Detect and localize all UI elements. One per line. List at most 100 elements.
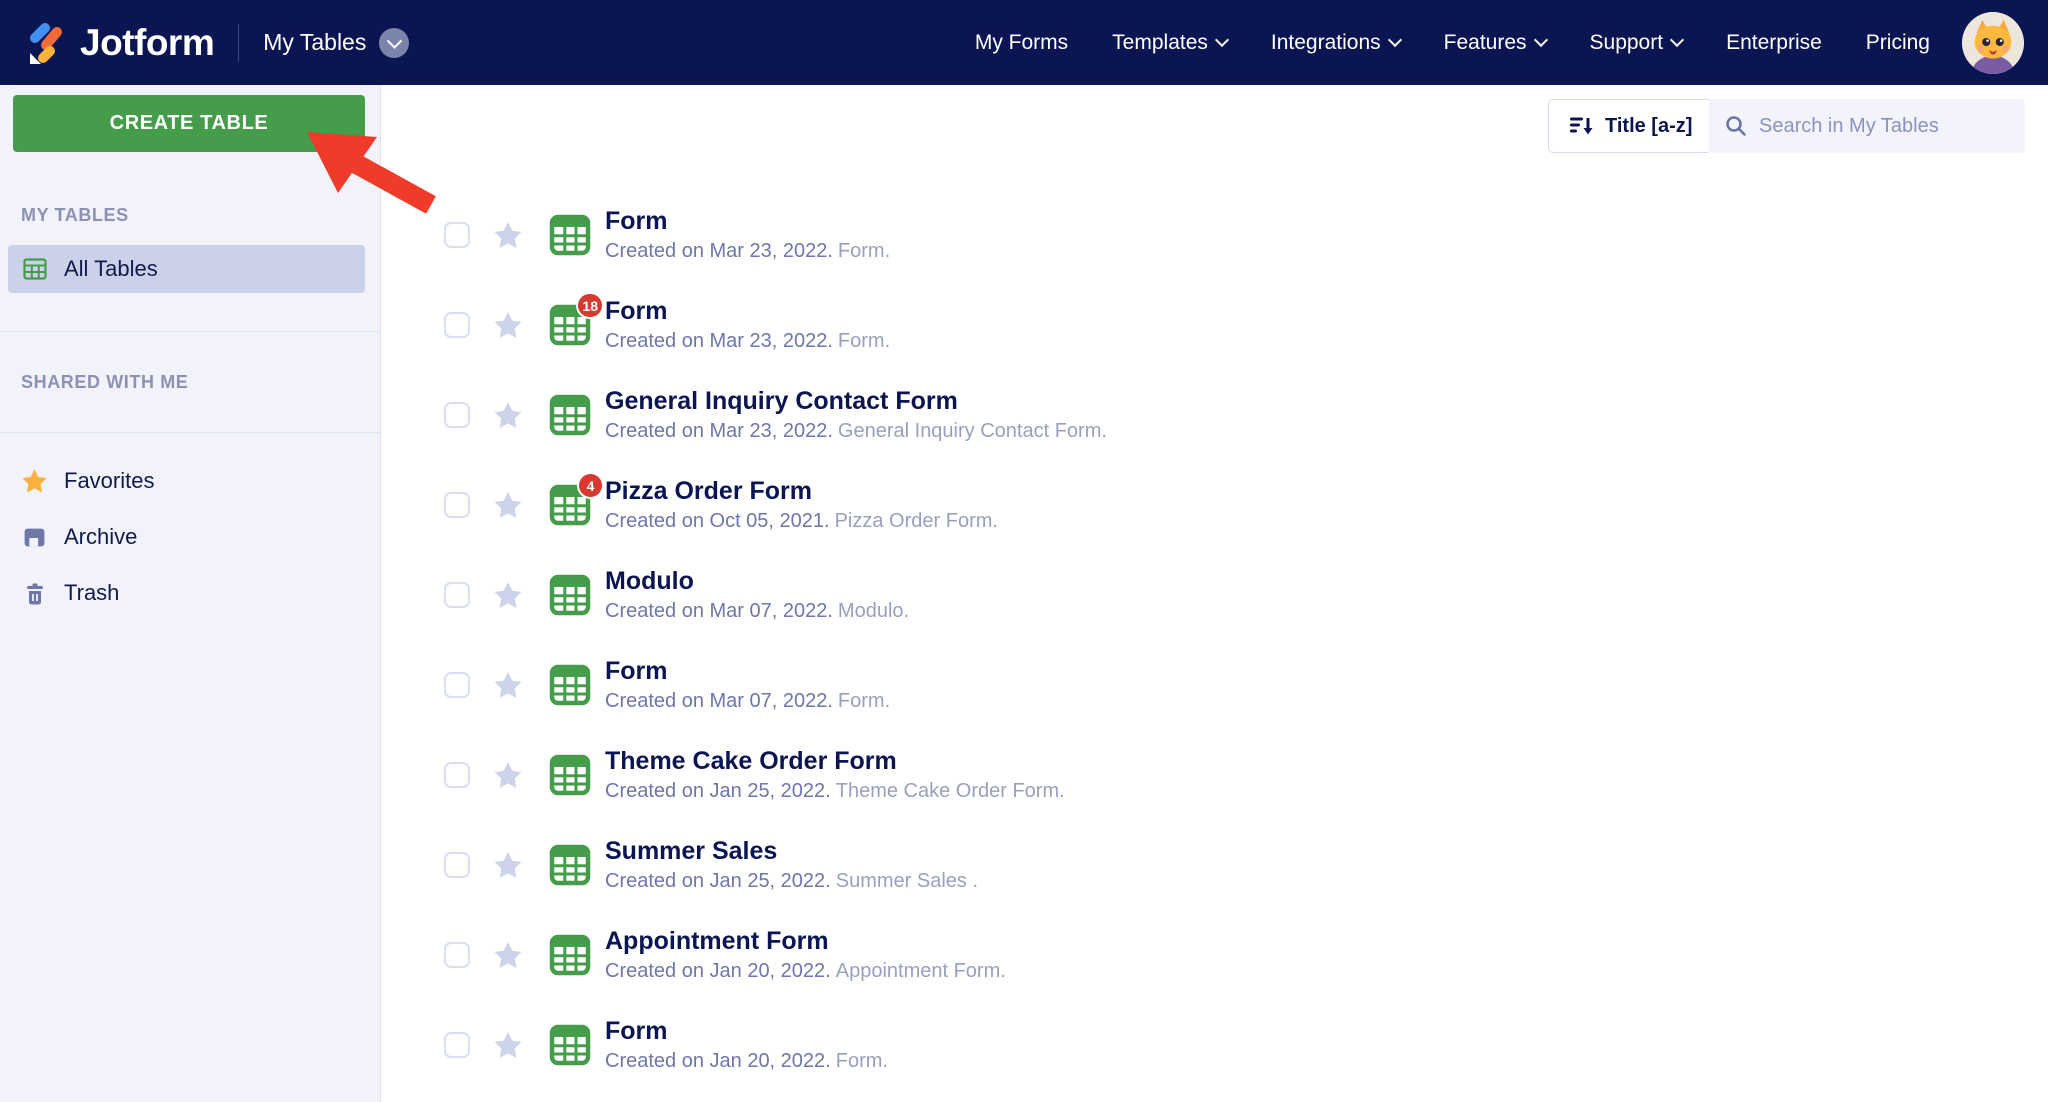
star-icon[interactable] [492, 579, 524, 611]
table-row[interactable]: General Inquiry Contact Form Created on … [444, 370, 2048, 460]
nav-item-label: Enterprise [1726, 31, 1822, 55]
table-icon: 4 [548, 483, 592, 527]
table-icon [548, 573, 592, 617]
source-form-name: Form. [838, 690, 890, 712]
table-title[interactable]: Form [605, 207, 890, 236]
star-icon[interactable] [492, 939, 524, 971]
row-checkbox[interactable] [444, 582, 470, 608]
sidebar-item-label: Favorites [64, 468, 154, 494]
table-title[interactable]: Form [605, 657, 890, 686]
table-title[interactable]: General Inquiry Contact Form [605, 387, 1107, 416]
table-meta: Created on Mar 07, 2022.Form. [605, 690, 890, 713]
table-meta: Created on Mar 07, 2022.Modulo. [605, 600, 909, 623]
user-avatar[interactable] [1962, 12, 2024, 74]
table-icon [548, 213, 592, 257]
table-row[interactable]: Appointment Form Created on Jan 20, 2022… [444, 910, 2048, 1000]
star-icon[interactable] [492, 309, 524, 341]
source-form-name: Summer Sales . [836, 870, 978, 892]
table-row[interactable]: Theme Cake Order Form Created on Jan 25,… [444, 730, 2048, 820]
row-text: Appointment Form Created on Jan 20, 2022… [605, 927, 1006, 983]
row-checkbox[interactable] [444, 942, 470, 968]
table-title[interactable]: Form [605, 297, 890, 326]
star-icon[interactable] [492, 849, 524, 881]
nav-menu-item[interactable]: Pricing [1866, 31, 1930, 55]
source-form-name: Form. [838, 330, 890, 352]
source-form-name: Theme Cake Order Form. [836, 780, 1065, 802]
sidebar-item-favorites[interactable]: Favorites [0, 453, 380, 509]
nav-item-label: Pricing [1866, 31, 1930, 55]
source-form-name: General Inquiry Contact Form. [838, 420, 1107, 442]
sidebar-item-all-tables[interactable]: All Tables [8, 245, 365, 293]
table-meta: Created on Jan 25, 2022.Summer Sales . [605, 870, 978, 893]
table-title[interactable]: Modulo [605, 567, 909, 596]
created-date: Created on Mar 07, 2022. [605, 690, 833, 712]
nav-item-label: Templates [1112, 31, 1208, 55]
row-checkbox[interactable] [444, 402, 470, 428]
row-text: Form Created on Mar 23, 2022.Form. [605, 297, 890, 353]
row-checkbox[interactable] [444, 1032, 470, 1058]
source-form-name: Form. [838, 240, 890, 262]
row-text: Form Created on Jan 20, 2022.Form. [605, 1017, 888, 1073]
table-row[interactable]: Modulo Created on Mar 07, 2022.Modulo. [444, 550, 2048, 640]
table-row[interactable]: Form Created on Mar 23, 2022.Form. [444, 190, 2048, 280]
create-table-button[interactable]: CREATE TABLE [13, 95, 365, 152]
nav-menu-item[interactable]: Support [1590, 31, 1683, 55]
nav-item-label: Support [1590, 31, 1664, 55]
created-date: Created on Mar 23, 2022. [605, 240, 833, 262]
star-icon[interactable] [492, 759, 524, 791]
star-icon[interactable] [492, 399, 524, 431]
table-title[interactable]: Theme Cake Order Form [605, 747, 1065, 776]
jotform-logo[interactable]: Jotform [22, 19, 214, 67]
my-tables-heading: MY TABLES [21, 205, 129, 226]
table-icon [548, 933, 592, 977]
table-row[interactable]: 4 Pizza Order Form Created on Oct 05, 20… [444, 460, 2048, 550]
table-row[interactable]: Summer Sales Created on Jan 25, 2022.Sum… [444, 820, 2048, 910]
row-checkbox[interactable] [444, 852, 470, 878]
star-icon[interactable] [492, 1029, 524, 1061]
table-title[interactable]: Summer Sales [605, 837, 978, 866]
star-icon[interactable] [492, 489, 524, 521]
nav-menu-item[interactable]: Integrations [1271, 31, 1400, 55]
nav-menu-item[interactable]: Templates [1112, 31, 1227, 55]
sidebar-item-archive[interactable]: Archive [0, 509, 380, 565]
row-text: Pizza Order Form Created on Oct 05, 2021… [605, 477, 998, 533]
table-row[interactable]: Form Created on Jan 20, 2022.Form. [444, 1000, 2048, 1090]
shared-with-me-heading: SHARED WITH ME [21, 372, 188, 393]
table-title[interactable]: Appointment Form [605, 927, 1006, 956]
sort-button[interactable]: Title [a-z] [1548, 99, 1712, 153]
table-title[interactable]: Form [605, 1017, 888, 1046]
workspace-switcher[interactable]: My Tables [263, 28, 409, 58]
row-checkbox[interactable] [444, 312, 470, 338]
source-form-name: Pizza Order Form. [835, 510, 998, 532]
sort-label: Title [a-z] [1605, 115, 1692, 138]
table-row[interactable]: Form Created on Mar 07, 2022.Form. [444, 640, 2048, 730]
nav-menu-item[interactable]: Enterprise [1726, 31, 1822, 55]
created-date: Created on Jan 25, 2022. [605, 870, 831, 892]
row-text: Summer Sales Created on Jan 25, 2022.Sum… [605, 837, 978, 893]
tables-list: Form Created on Mar 23, 2022.Form. [444, 190, 2048, 1090]
table-row[interactable]: 18 Form Created on Mar 23, 2022.Form. [444, 280, 2048, 370]
table-meta: Created on Jan 20, 2022.Form. [605, 1050, 888, 1073]
row-checkbox[interactable] [444, 762, 470, 788]
row-checkbox[interactable] [444, 222, 470, 248]
row-checkbox[interactable] [444, 492, 470, 518]
table-icon: 18 [548, 303, 592, 347]
table-grid-icon [22, 256, 48, 282]
nav-item-label: Integrations [1271, 31, 1381, 55]
sidebar-item-label: All Tables [64, 256, 158, 282]
star-icon[interactable] [492, 669, 524, 701]
table-meta: Created on Jan 25, 2022.Theme Cake Order… [605, 780, 1065, 803]
created-date: Created on Mar 23, 2022. [605, 330, 833, 352]
jotform-logo-icon [22, 19, 70, 67]
table-title[interactable]: Pizza Order Form [605, 477, 998, 506]
sidebar-item-trash[interactable]: Trash [0, 565, 380, 621]
created-date: Created on Jan 20, 2022. [605, 1050, 831, 1072]
main-content: Title [a-z] [382, 85, 2048, 1102]
nav-menu-item[interactable]: Features [1444, 31, 1546, 55]
chevron-down-icon [1670, 33, 1684, 47]
search-input[interactable] [1709, 99, 2025, 153]
nav-menu-item[interactable]: My Forms [975, 31, 1068, 55]
star-icon[interactable] [492, 219, 524, 251]
row-checkbox[interactable] [444, 672, 470, 698]
chevron-down-icon[interactable] [379, 28, 409, 58]
